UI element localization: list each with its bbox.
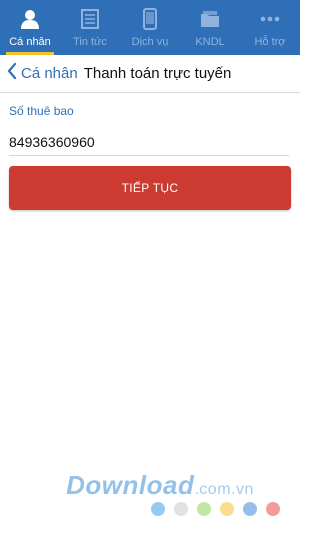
tab-label: KNDL bbox=[195, 36, 225, 48]
subscriber-number-field: Số thuê bao bbox=[9, 104, 289, 156]
watermark-dot bbox=[174, 502, 188, 516]
watermark-dot bbox=[197, 502, 211, 516]
field-label: Số thuê bao bbox=[9, 104, 74, 118]
watermark-brand: Download bbox=[66, 470, 195, 500]
person-icon bbox=[17, 6, 43, 32]
back-button[interactable]: Cá nhân bbox=[0, 62, 78, 85]
news-icon bbox=[77, 6, 103, 32]
chevron-left-icon bbox=[7, 62, 17, 85]
watermark-dot bbox=[151, 502, 165, 516]
watermark-dot bbox=[243, 502, 257, 516]
tab-label: Dịch vụ bbox=[131, 36, 169, 48]
tab-label: Cá nhân bbox=[9, 36, 51, 48]
top-tab-bar: Cá nhân Tin tức Dịch vụ KNDL Hỗ trợ bbox=[0, 0, 300, 55]
navigation-bar: Cá nhân Thanh toán trực tuyến bbox=[0, 55, 300, 93]
tab-kndl[interactable]: KNDL bbox=[180, 0, 240, 55]
watermark-dot bbox=[220, 502, 234, 516]
watermark-suffix: .com.vn bbox=[194, 481, 254, 498]
more-icon bbox=[257, 6, 283, 32]
watermark-logo: Download.com.vn bbox=[40, 470, 280, 501]
tab-ho-tro[interactable]: Hỗ trợ bbox=[240, 0, 300, 55]
watermark-dot bbox=[266, 502, 280, 516]
back-label: Cá nhân bbox=[21, 65, 78, 82]
tab-label: Hỗ trợ bbox=[254, 36, 286, 48]
tab-dich-vu[interactable]: Dịch vụ bbox=[120, 0, 180, 55]
tab-tin-tuc[interactable]: Tin tức bbox=[60, 0, 120, 55]
tab-ca-nhan[interactable]: Cá nhân bbox=[0, 0, 60, 55]
tab-label: Tin tức bbox=[73, 36, 107, 48]
phone-number-input[interactable] bbox=[9, 128, 289, 156]
folder-icon bbox=[197, 6, 223, 32]
page-title: Thanh toán trực tuyến bbox=[83, 65, 232, 82]
watermark-dots bbox=[151, 502, 280, 516]
continue-button[interactable]: TIẾP TỤC bbox=[9, 166, 291, 210]
phone-icon bbox=[137, 6, 163, 32]
